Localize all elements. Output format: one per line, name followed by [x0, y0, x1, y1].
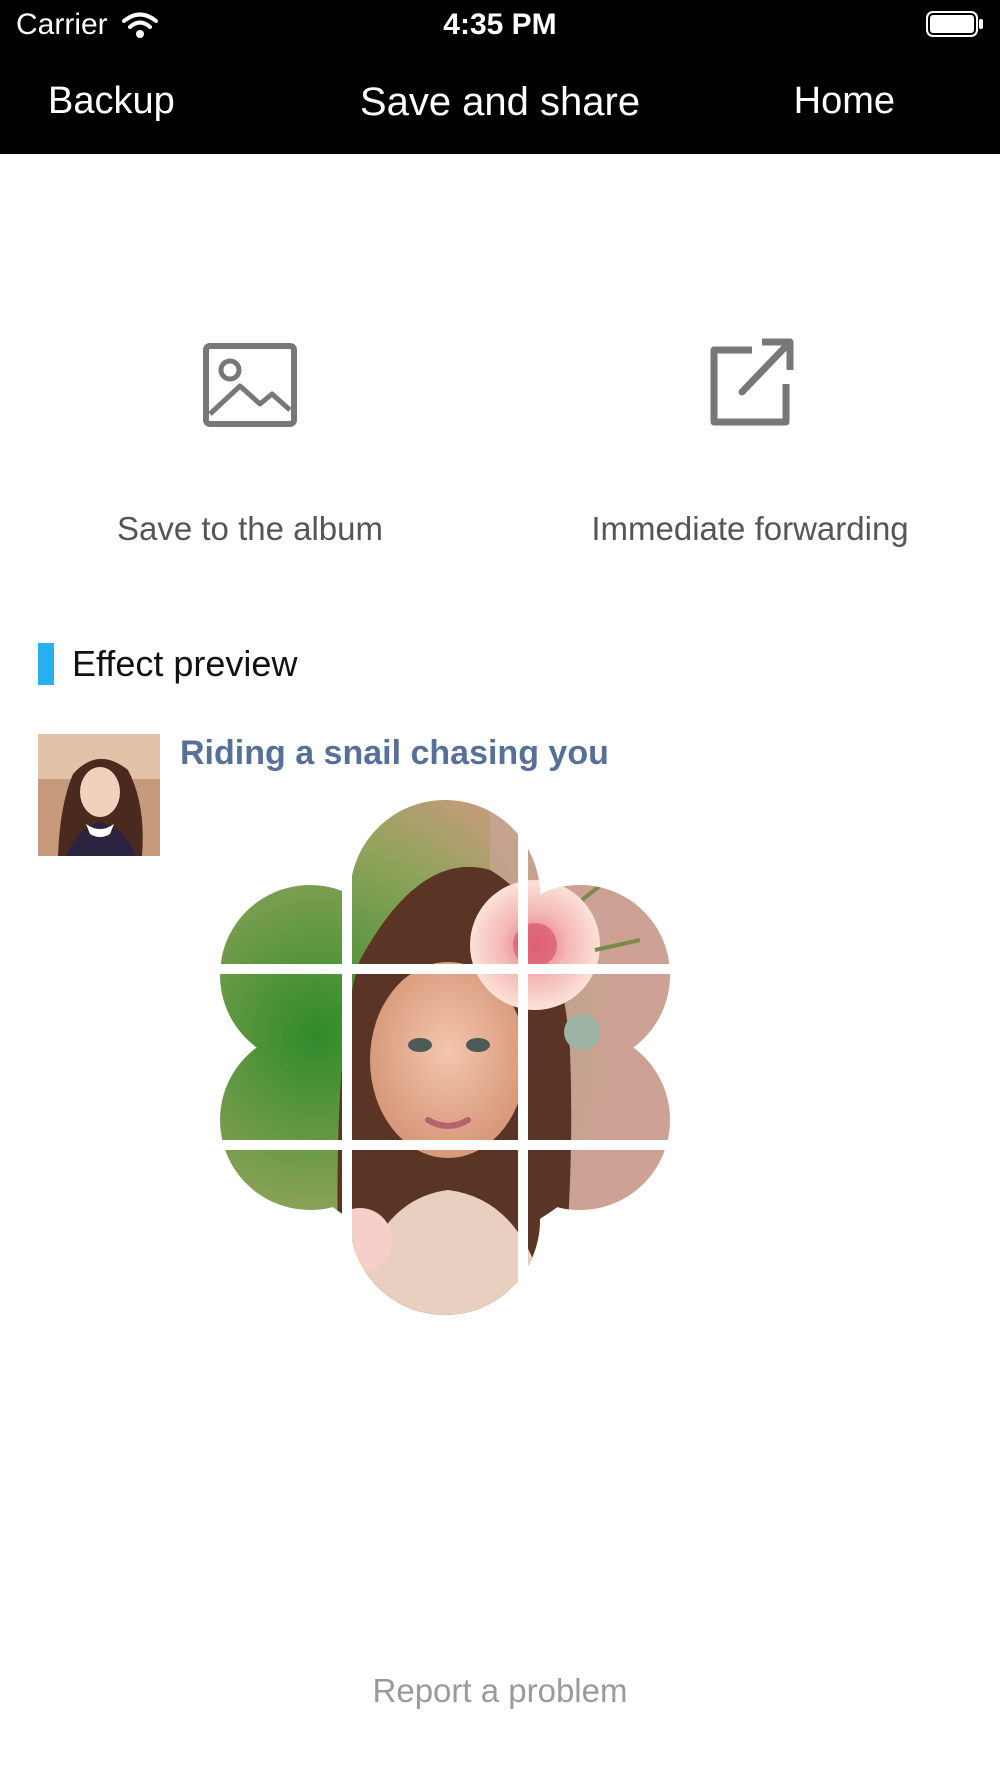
avatar	[38, 734, 160, 856]
save-to-album-button[interactable]: Save to the album	[0, 330, 500, 560]
immediate-forwarding-label: Immediate forwarding	[591, 510, 909, 547]
share-icon	[710, 338, 794, 426]
flower-collage-image	[190, 800, 700, 1320]
section-title: Effect preview	[72, 643, 298, 684]
status-time: 4:35 PM	[443, 8, 557, 41]
battery-icon	[926, 11, 983, 37]
immediate-forwarding-button[interactable]: Immediate forwarding	[500, 330, 1000, 560]
preview-post-title: Riding a snail chasing you	[180, 734, 609, 772]
screen: Carrier 4:35 PM Backup Save and share Ho…	[0, 0, 1000, 1778]
report-problem-link[interactable]: Report a problem	[0, 1672, 1000, 1710]
save-to-album-label: Save to the album	[117, 510, 383, 547]
home-button[interactable]: Home	[794, 80, 895, 123]
section-accent-bar	[38, 643, 54, 685]
image-icon	[203, 343, 297, 427]
top-bar: Carrier 4:35 PM Backup Save and share Ho…	[0, 0, 1000, 154]
